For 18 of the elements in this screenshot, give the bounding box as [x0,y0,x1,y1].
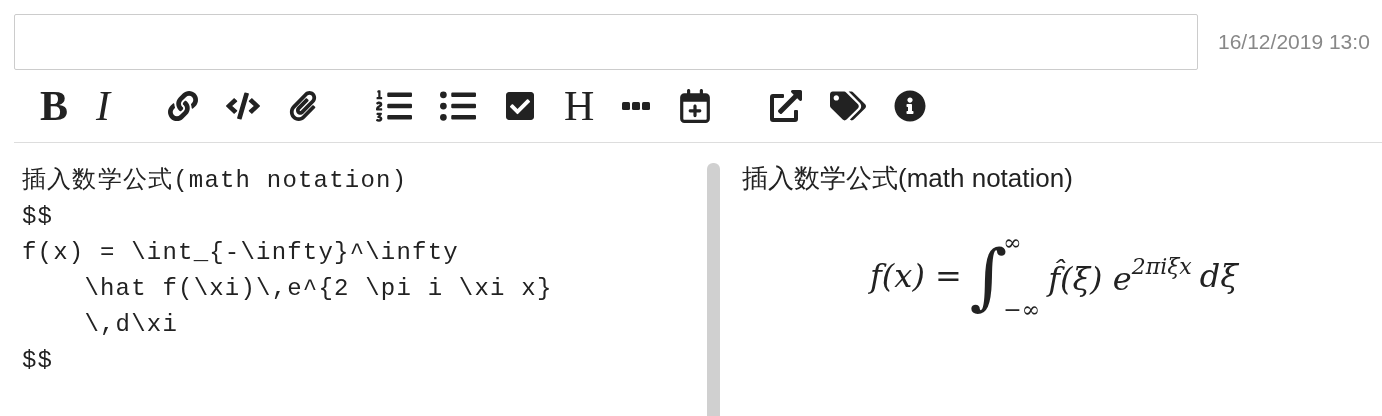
paperclip-icon [288,91,318,121]
italic-button[interactable]: I [96,86,110,126]
bold-button[interactable]: B [40,86,68,126]
checkbox-icon [504,90,536,122]
scrollbar[interactable] [707,163,720,416]
preview-heading: 插入数学公式(math notation) [742,162,1073,195]
numbered-list-icon [376,88,412,124]
external-link-icon [770,90,803,122]
ellipsis-icon [622,102,651,110]
date-text: 16/12/2019 13:0 [1218,30,1370,54]
info-icon [894,90,927,122]
calendar-plus-button[interactable] [678,86,713,126]
markdown-source-text[interactable]: 插入数学公式(math notation) $$ f(x) = \int_{-\infty}^\infty \hat f(\xi)\,e^{2 \pi i \xi x} \,d\xi $$ [22,163,707,379]
bulleted-list-icon [440,88,476,124]
link-icon [168,91,198,121]
title-field[interactable] [14,14,1198,70]
calendar-plus-icon [678,89,713,123]
heading-button[interactable]: H [564,86,595,126]
